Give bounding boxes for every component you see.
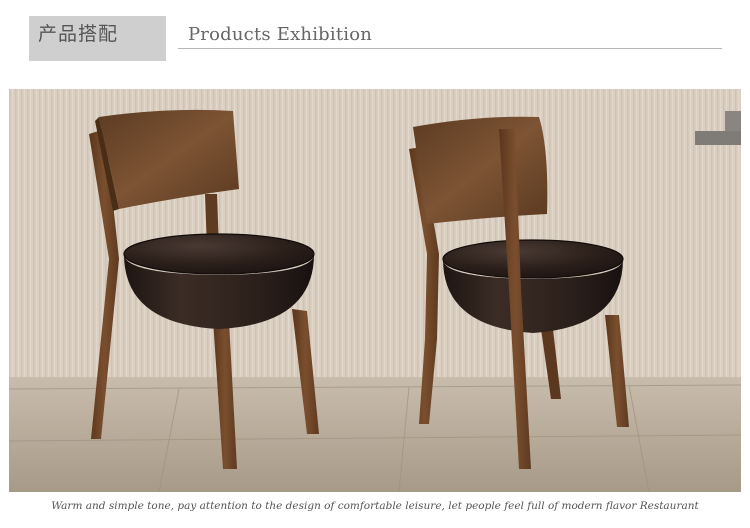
- product-page: 产品搭配 Products Exhibition Warm and simple…: [0, 0, 750, 528]
- section-tag: 产品搭配: [29, 16, 166, 61]
- product-photo: [9, 89, 741, 492]
- section-title: Products Exhibition: [188, 24, 373, 45]
- photo-caption: Warm and simple tone, pay attention to t…: [51, 500, 699, 512]
- title-divider: [178, 48, 722, 49]
- wall-shelf: [695, 131, 741, 145]
